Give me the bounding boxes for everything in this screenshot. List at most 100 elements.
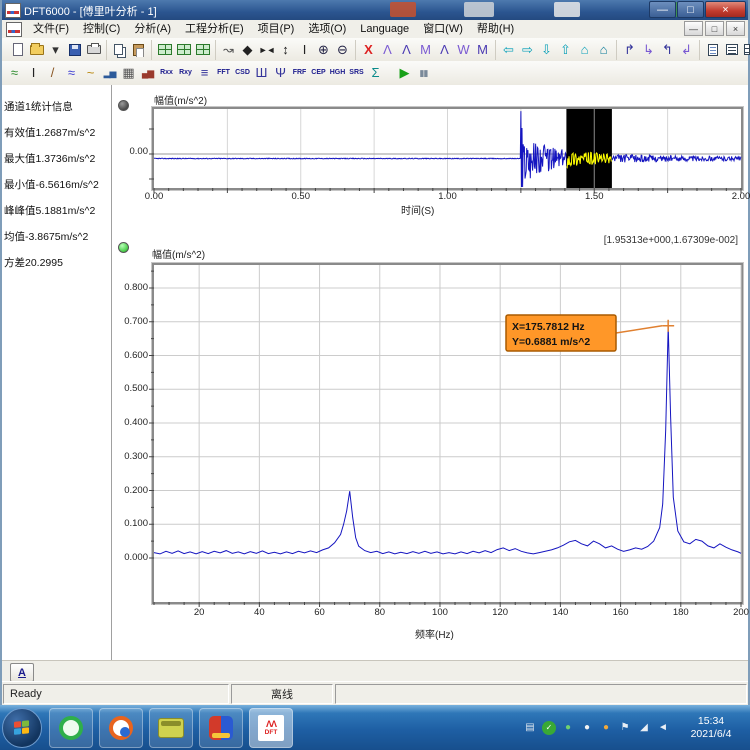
peak-cursors-button[interactable]: ►◄	[257, 40, 276, 60]
app-360-taskbar-button[interactable]	[49, 708, 93, 748]
cep-button[interactable]: CEP	[309, 63, 328, 83]
annotate-2-button[interactable]: ↳	[639, 40, 658, 60]
print-button[interactable]	[84, 40, 103, 60]
nav-left-icon: ⇦	[503, 40, 514, 60]
menu-item-3[interactable]: 工程分析(E)	[178, 21, 251, 38]
time-average-button[interactable]: ≡	[195, 63, 214, 83]
bar-stat-button[interactable]: ▄▆	[138, 63, 157, 83]
new-file-button[interactable]	[8, 40, 27, 60]
home-view-button[interactable]: ⌂	[575, 40, 594, 60]
ime-keyboard-icon[interactable]: ▤	[523, 721, 537, 735]
titlebar[interactable]: DFT6000 - [傅里叶分析 - 1] — □ ×	[2, 0, 748, 20]
open-file-button[interactable]	[27, 40, 46, 60]
action-center-flag-icon[interactable]: ⚑	[618, 721, 632, 735]
curve-style-3-button[interactable]: M	[416, 40, 435, 60]
app-browser-taskbar-button[interactable]	[99, 708, 143, 748]
maximize-button[interactable]: □	[677, 1, 704, 18]
delete-curve-button[interactable]: X	[359, 40, 378, 60]
pinyin-icon[interactable]: ●	[599, 721, 613, 735]
copy-button[interactable]	[110, 40, 129, 60]
mdi-minimize-button[interactable]: —	[684, 21, 703, 36]
taskbar-clock[interactable]: 15:34 2021/6/4	[680, 715, 742, 741]
zoom-out-button[interactable]: ⊖	[333, 40, 352, 60]
menu-item-2[interactable]: 分析(A)	[127, 21, 178, 38]
nav-down-button[interactable]: ⇩	[537, 40, 556, 60]
menu-item-8[interactable]: 帮助(H)	[470, 21, 521, 38]
status-message: Ready	[3, 684, 229, 704]
stop-analysis-button[interactable]: ▮▮	[414, 63, 433, 83]
histogram-button[interactable]: ▂▅	[100, 63, 119, 83]
minimize-button[interactable]: —	[649, 1, 676, 18]
nav-left-button[interactable]: ⇦	[499, 40, 518, 60]
curve-style-6-button[interactable]: M	[473, 40, 492, 60]
csd-button[interactable]: CSD	[233, 63, 252, 83]
window-layout-3-button[interactable]	[193, 40, 212, 60]
paste-button[interactable]	[129, 40, 148, 60]
menu-item-7[interactable]: 窗口(W)	[416, 21, 470, 38]
hgh-button[interactable]: HGH	[328, 63, 347, 83]
start-button[interactable]	[2, 708, 42, 748]
menu-item-5[interactable]: 选项(O)	[301, 21, 353, 38]
updater-icon[interactable]: ●	[580, 721, 594, 735]
nav-right-button[interactable]: ⇨	[518, 40, 537, 60]
srs-button[interactable]: SRS	[347, 63, 366, 83]
delete-curve-icon: X	[364, 40, 373, 60]
annotate-1-button[interactable]: ↱	[620, 40, 639, 60]
full-view-button[interactable]: ⌂	[594, 40, 613, 60]
list-view-button[interactable]	[722, 40, 741, 60]
fft-button[interactable]: FFT	[214, 63, 233, 83]
open-dropdown-button[interactable]: ▾	[46, 40, 65, 60]
nav-down-icon: ⇩	[541, 40, 552, 60]
vertical-expand-button[interactable]: ↕	[276, 40, 295, 60]
volume-icon[interactable]: ◄	[656, 721, 670, 735]
annotate-3-button[interactable]: ↰	[658, 40, 677, 60]
mdi-restore-button[interactable]: □	[705, 21, 724, 36]
save-file-button[interactable]	[65, 40, 84, 60]
filter-comb-button[interactable]: Ш	[252, 63, 271, 83]
marker-diamond-button[interactable]: ◆	[238, 40, 257, 60]
annotation-text-button[interactable]: A	[10, 663, 34, 682]
menu-item-4[interactable]: 项目(P)	[251, 21, 302, 38]
menu-item-1[interactable]: 控制(C)	[76, 21, 127, 38]
fit-curve-button[interactable]: ≈	[5, 63, 24, 83]
window-layout-1-button[interactable]	[155, 40, 174, 60]
frequency-spectrum-plot[interactable]: X=175.7812 HzY=0.6881 m/s^2	[152, 263, 743, 604]
messenger-icon[interactable]: ●	[561, 721, 575, 735]
start-analysis-button[interactable]: ▶	[395, 63, 414, 83]
zoom-in-button[interactable]: ⊕	[314, 40, 333, 60]
app-reader-taskbar-button[interactable]	[199, 708, 243, 748]
spectrum-lines-button[interactable]: Ψ	[271, 63, 290, 83]
curve-style-5-button[interactable]: W	[454, 40, 473, 60]
amp-ytick-0.000: 0.000	[115, 552, 148, 563]
toolbar-group-4: XΛΛMΛWM	[356, 40, 496, 60]
curve-style-4-button[interactable]: Λ	[435, 40, 454, 60]
mdi-close-button[interactable]: ×	[726, 21, 745, 36]
network-icon[interactable]: ◢	[637, 721, 651, 735]
envelope-button[interactable]: ~	[81, 63, 100, 83]
app-media-taskbar-button[interactable]	[149, 708, 193, 748]
annotate-4-button[interactable]: ↲	[677, 40, 696, 60]
cursor-text-button[interactable]: I	[24, 63, 43, 83]
sum-button[interactable]: Σ	[366, 63, 385, 83]
cross-correlation-button[interactable]: Rxy	[176, 63, 195, 83]
menu-item-0[interactable]: 文件(F)	[26, 21, 76, 38]
auto-correlation-button[interactable]: Rxx	[157, 63, 176, 83]
matrix-button[interactable]: ▦	[119, 63, 138, 83]
wave-pair-button[interactable]: ≈	[62, 63, 81, 83]
table-view-button[interactable]	[741, 40, 750, 60]
report-view-button[interactable]	[703, 40, 722, 60]
pen-button[interactable]: /	[43, 63, 62, 83]
antivirus-shield-icon[interactable]: ✓	[542, 721, 556, 735]
harmonic-cursor-button[interactable]: Ι	[295, 40, 314, 60]
window-layout-2-button[interactable]	[174, 40, 193, 60]
free-cursor-icon: ↝	[223, 40, 234, 60]
close-button[interactable]: ×	[705, 1, 746, 18]
frf-button[interactable]: FRF	[290, 63, 309, 83]
free-cursor-button[interactable]: ↝	[219, 40, 238, 60]
menu-item-6[interactable]: Language	[353, 21, 416, 38]
app-dft-taskbar-button[interactable]: ΛΛDFT	[249, 708, 293, 748]
nav-up-button[interactable]: ⇧	[556, 40, 575, 60]
curve-style-1-button[interactable]: Λ	[378, 40, 397, 60]
time-waveform-plot[interactable]	[152, 107, 743, 190]
curve-style-2-button[interactable]: Λ	[397, 40, 416, 60]
